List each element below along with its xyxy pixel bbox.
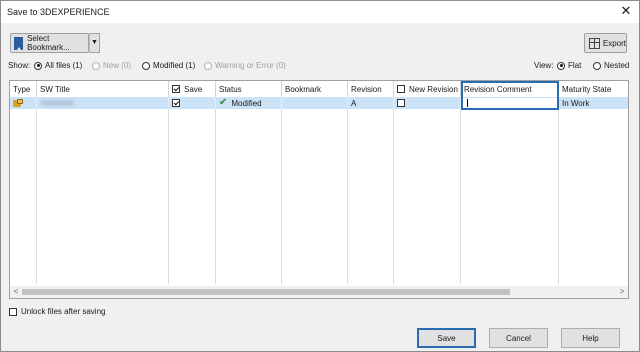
view-label: View:: [534, 61, 554, 70]
filter-warning-error-label: Warning or Error (0): [215, 61, 286, 70]
column-divider: [281, 97, 282, 284]
bookmark-cell[interactable]: [282, 97, 348, 109]
filter-all-files-label: All files (1): [45, 61, 83, 70]
new-revision-all-checkbox[interactable]: [397, 85, 405, 93]
column-new-revision-label: New Revision: [409, 84, 458, 94]
revision-value: A: [351, 98, 357, 108]
radio-icon: [142, 61, 150, 70]
bookmark-dropdown-button[interactable]: ▼: [89, 33, 100, 53]
save-checkbox[interactable]: [172, 99, 180, 107]
solidworks-part-icon: [13, 98, 23, 108]
column-divider: [168, 97, 169, 284]
scrollbar-thumb[interactable]: [22, 289, 510, 295]
radio-icon: [92, 61, 100, 70]
show-label: Show:: [8, 61, 31, 70]
maturity-state-cell: In Work: [559, 97, 628, 109]
scroll-right-icon[interactable]: >: [616, 286, 628, 298]
column-maturity-state-label: Maturity State: [562, 84, 612, 94]
column-status-label: Status: [219, 84, 242, 94]
checkmark-icon: ✔: [219, 97, 228, 108]
cancel-button-label: Cancel: [506, 333, 531, 343]
revision-comment-input[interactable]: [463, 98, 557, 108]
new-revision-cell[interactable]: [394, 97, 461, 109]
files-table: Type SW Title Save Status Bookmark Revis…: [9, 80, 629, 299]
column-bookmark[interactable]: Bookmark: [282, 81, 348, 97]
column-type[interactable]: Type: [10, 81, 37, 97]
filter-new-label: New (0): [103, 61, 132, 70]
radio-icon: [593, 61, 601, 70]
column-type-label: Type: [13, 84, 31, 94]
column-revision[interactable]: Revision: [348, 81, 394, 97]
select-bookmark-button[interactable]: Select Bookmark...: [10, 33, 89, 53]
column-divider: [558, 97, 559, 284]
view-nested[interactable]: Nested: [593, 61, 629, 70]
select-bookmark-label: Select Bookmark...: [27, 34, 70, 52]
new-revision-checkbox[interactable]: [397, 99, 405, 107]
save-cell[interactable]: [169, 97, 216, 109]
column-divider: [393, 97, 394, 284]
save-dialog: Save to 3DEXPERIENCE ✕ Select Bookmark..…: [0, 0, 640, 352]
column-sw-title-label: SW Title: [40, 84, 70, 94]
column-save-label: Save: [184, 84, 203, 94]
column-divider: [36, 97, 37, 284]
radio-icon: [34, 61, 42, 70]
column-new-revision[interactable]: New Revision: [394, 81, 461, 97]
view-nested-label: Nested: [604, 61, 630, 70]
text-caret: [467, 99, 468, 107]
maturity-state-value: In Work: [562, 98, 590, 108]
close-icon[interactable]: ✕: [619, 4, 633, 18]
column-revision-label: Revision: [351, 84, 382, 94]
filter-modified-label: Modified (1): [153, 61, 196, 70]
save-button[interactable]: Save: [417, 328, 476, 348]
view-flat[interactable]: Flat: [557, 61, 581, 70]
title-bar: Save to 3DEXPERIENCE ✕: [1, 1, 639, 23]
export-button[interactable]: Export: [584, 33, 627, 53]
save-all-checkbox[interactable]: [172, 85, 180, 93]
column-divider: [215, 97, 216, 284]
view-flat-label: Flat: [568, 61, 582, 70]
bookmark-icon: [14, 36, 24, 51]
type-cell: [10, 97, 37, 109]
column-status[interactable]: Status: [216, 81, 282, 97]
unlock-files-checkbox[interactable]: [9, 307, 17, 316]
column-sw-title[interactable]: SW Title: [37, 81, 169, 97]
filter-row: Show: All files (1) New (0) Modified (1)…: [8, 61, 633, 73]
filter-modified[interactable]: Modified (1): [142, 61, 195, 70]
unlock-files-label: Unlock files after saving: [21, 307, 106, 316]
unlock-files-option[interactable]: Unlock files after saving: [9, 307, 105, 316]
radio-icon: [204, 61, 212, 70]
filter-all-files[interactable]: All files (1): [34, 61, 82, 70]
export-label: Export: [602, 38, 626, 48]
help-button[interactable]: Help: [561, 328, 620, 348]
export-icon: [589, 37, 600, 49]
dialog-title: Save to 3DEXPERIENCE: [7, 7, 110, 17]
column-bookmark-label: Bookmark: [285, 84, 322, 94]
sw-title-cell: [37, 97, 169, 109]
help-button-label: Help: [582, 333, 599, 343]
scroll-left-icon[interactable]: <: [10, 286, 22, 298]
revision-cell: A: [348, 97, 394, 109]
cancel-button[interactable]: Cancel: [489, 328, 548, 348]
save-button-label: Save: [437, 333, 456, 343]
chevron-down-icon: ▼: [91, 39, 98, 46]
column-save[interactable]: Save: [169, 81, 216, 97]
redacted-title: [40, 100, 74, 106]
column-divider: [460, 97, 461, 284]
column-maturity-state[interactable]: Maturity State: [559, 81, 628, 97]
filter-warning-error: Warning or Error (0): [204, 61, 286, 70]
status-value: Modified: [231, 98, 262, 108]
status-cell: ✔ Modified: [216, 97, 282, 109]
horizontal-scrollbar[interactable]: < >: [10, 286, 628, 298]
filter-new: New (0): [92, 61, 131, 70]
radio-icon: [557, 61, 565, 70]
column-divider: [347, 97, 348, 284]
